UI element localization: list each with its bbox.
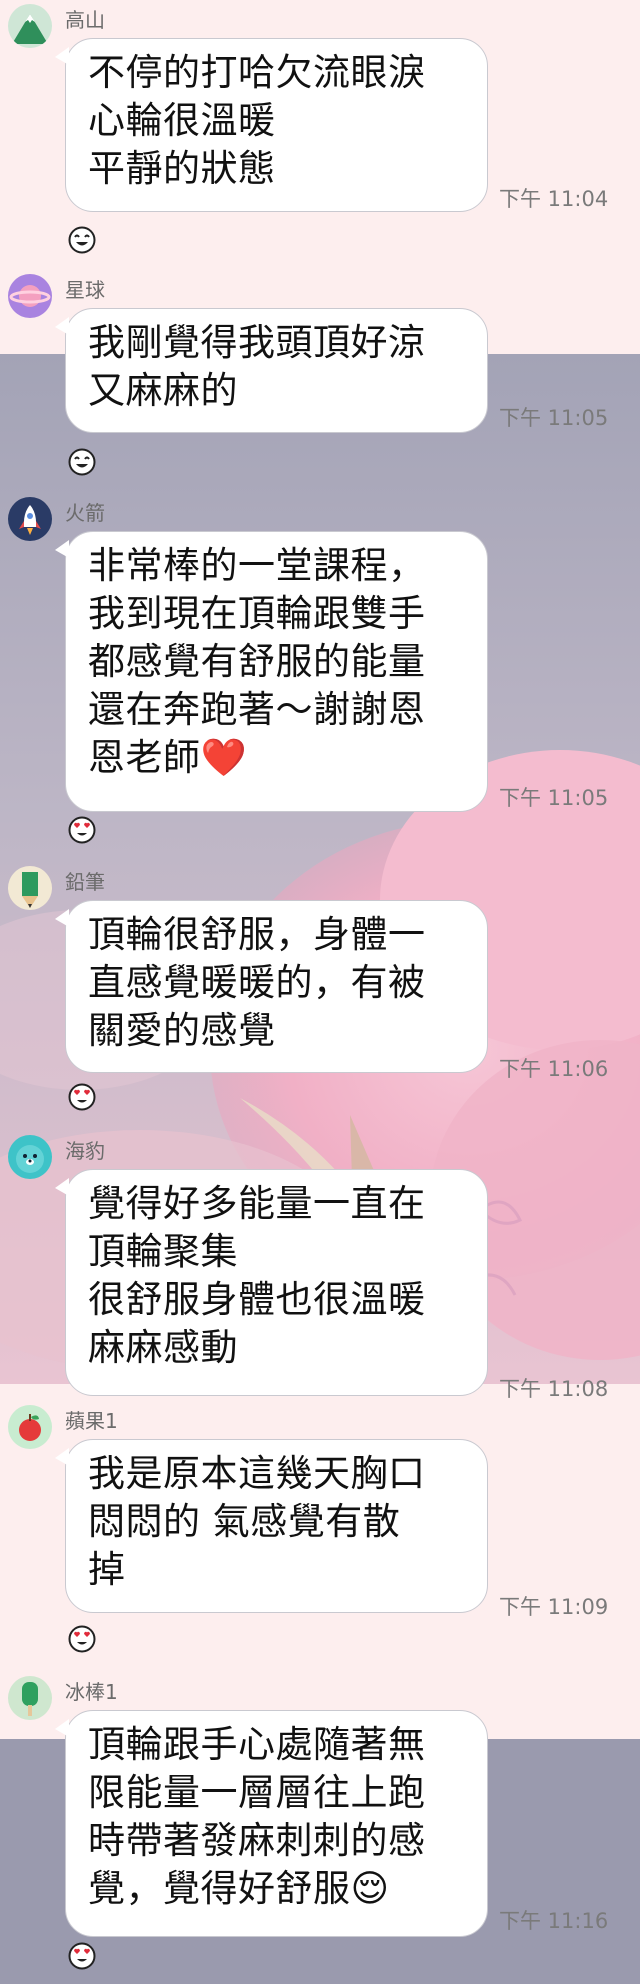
message-bubble[interactable]: 頂輪很舒服，身體一 直感覺暖暖的，有被 關愛的感覺	[55, 900, 488, 1073]
apple-icon[interactable]	[8, 1405, 52, 1449]
sender-name: 火箭	[65, 501, 105, 525]
heart-eyes-face-icon[interactable]	[68, 1625, 96, 1653]
message-bubble[interactable]: 我是原本這幾天胸口 悶悶的 氣感覺有散 掉	[55, 1439, 488, 1613]
popsicle-icon[interactable]	[8, 1676, 52, 1720]
message-timestamp: 下午 11:09	[499, 1595, 609, 1619]
sender-name: 蘋果1	[65, 1409, 118, 1433]
message-timestamp: 下午 11:04	[499, 187, 609, 211]
sender-name: 鉛筆	[65, 870, 105, 894]
sender-name: 冰棒1	[65, 1680, 118, 1704]
planet-icon[interactable]	[8, 274, 52, 318]
message-timestamp: 下午 11:08	[499, 1377, 609, 1401]
message-bubble[interactable]: 我剛覺得我頭頂好涼 又麻麻的	[55, 308, 488, 433]
seal-icon[interactable]	[8, 1135, 52, 1179]
message-bubble[interactable]: 覺得好多能量一直在 頂輪聚集 很舒服身體也很溫暖 麻麻感動	[55, 1169, 488, 1396]
sender-name: 星球	[65, 278, 105, 302]
message-bubble[interactable]: 頂輪跟手心處隨著無 限能量一層層往上跑 時帶著發麻刺刺的感 覺，覺得好舒服😌	[55, 1710, 488, 1937]
message-bubble[interactable]: 不停的打哈欠流眼淚 心輪很溫暖 平靜的狀態	[55, 38, 488, 212]
heart-eyes-face-icon[interactable]	[68, 1083, 96, 1111]
pencil-icon[interactable]	[8, 866, 52, 910]
mountain-icon[interactable]	[8, 4, 52, 48]
message-timestamp: 下午 11:05	[499, 406, 609, 430]
message-timestamp: 下午 11:05	[499, 786, 609, 810]
sender-name: 高山	[65, 8, 105, 32]
message-timestamp: 下午 11:16	[499, 1909, 609, 1933]
message-bubble[interactable]: 非常棒的一堂課程， 我到現在頂輪跟雙手 都感覺有舒服的能量 還在奔跑著～謝謝恩 …	[55, 531, 488, 812]
message-timestamp: 下午 11:06	[499, 1057, 609, 1081]
heart-eyes-face-icon[interactable]	[68, 1942, 96, 1970]
laughing-face-icon[interactable]	[68, 226, 96, 254]
heart-eyes-face-icon[interactable]	[68, 816, 96, 844]
sender-name: 海豹	[65, 1139, 105, 1163]
rocket-icon[interactable]	[8, 497, 52, 541]
laughing-face-icon[interactable]	[68, 448, 96, 476]
